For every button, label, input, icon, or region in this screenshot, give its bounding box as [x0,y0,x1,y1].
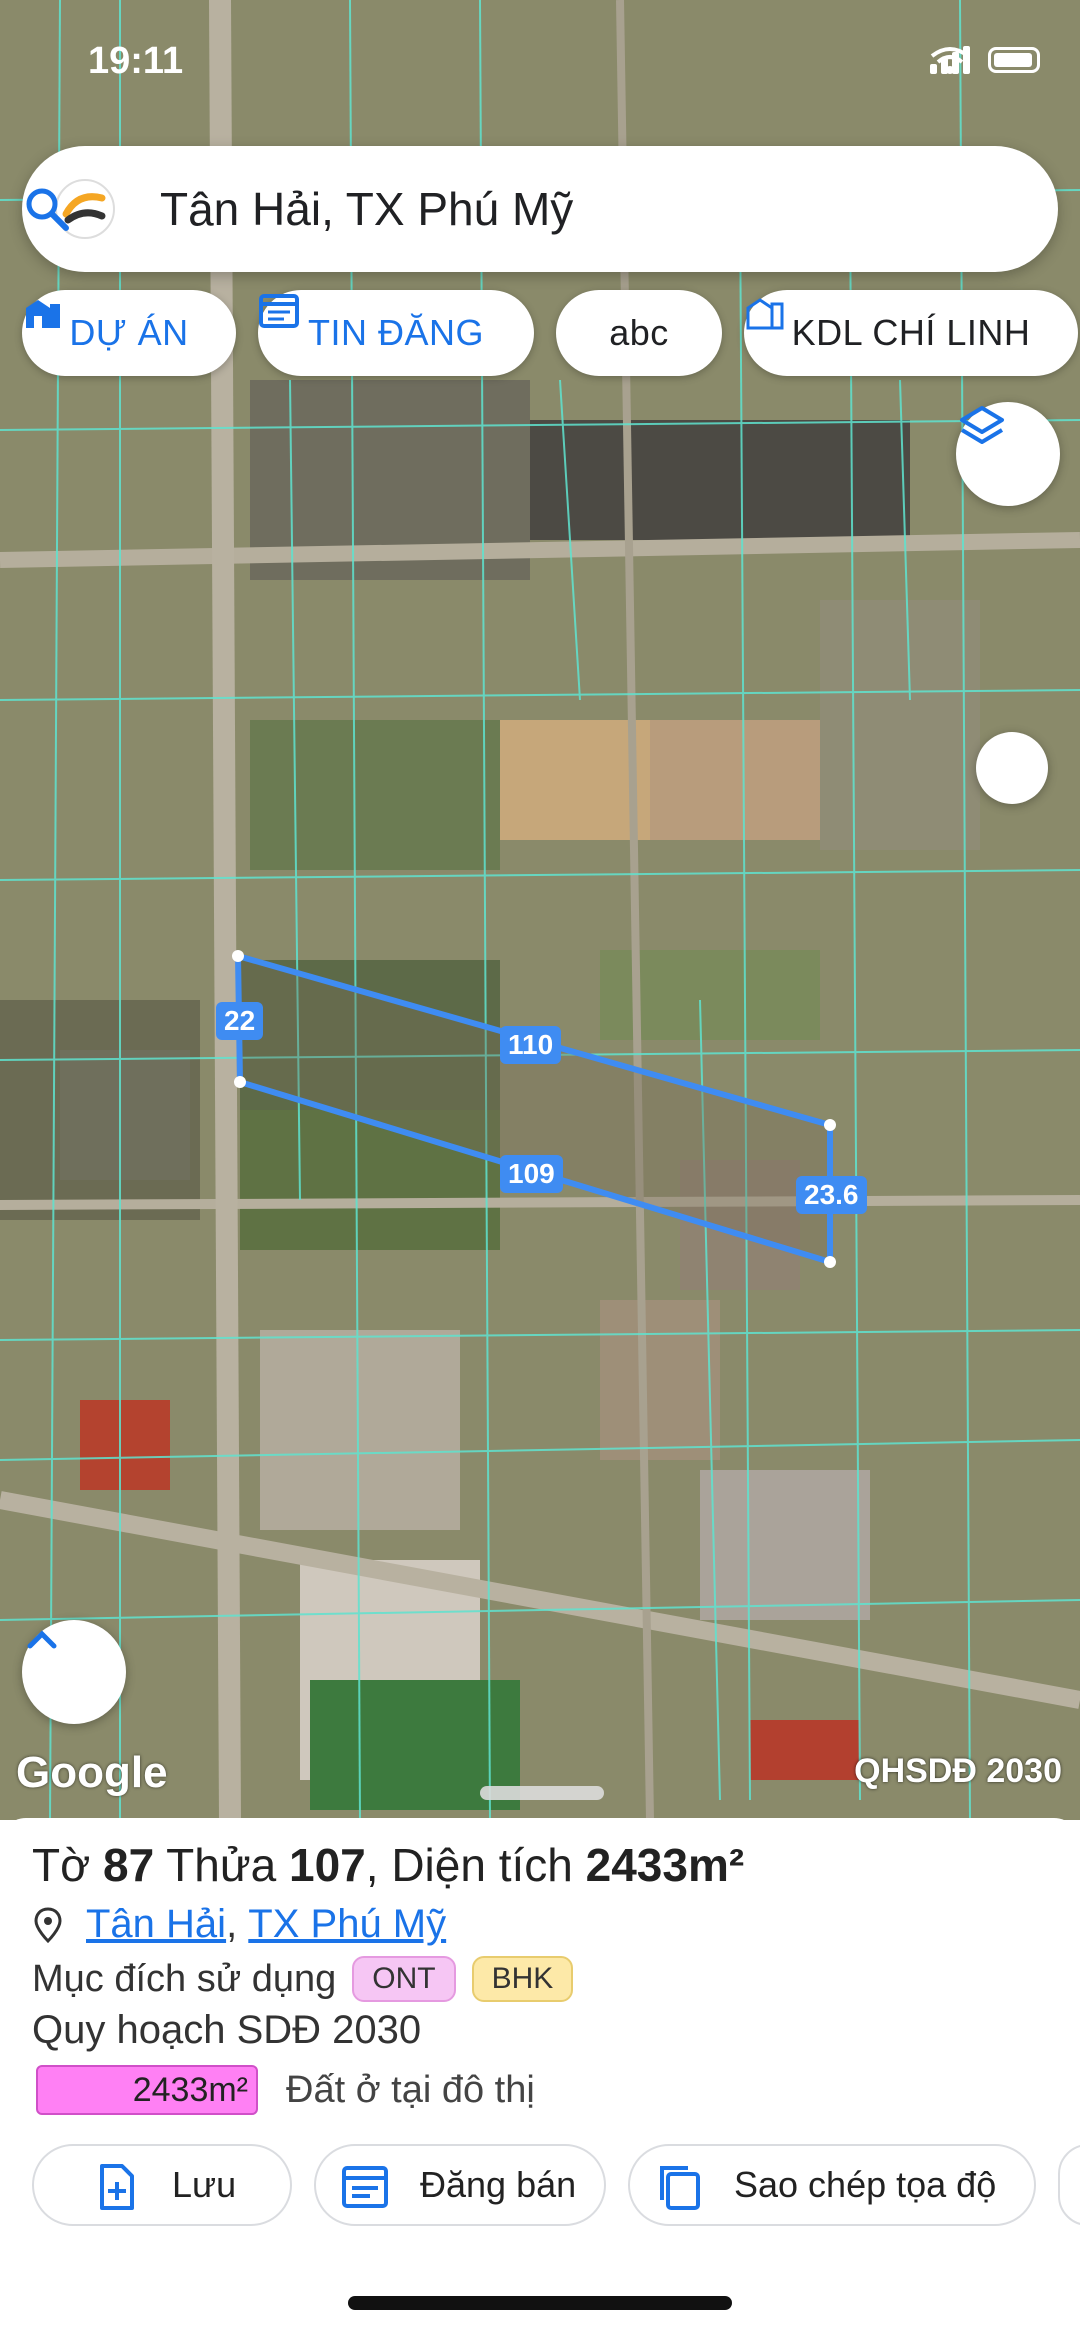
chip-du-an[interactable]: DỰ ÁN [22,290,236,376]
layer-label: QHSDĐ 2030 [854,1752,1062,1790]
listing-icon [259,294,299,328]
chip-kdl-label: KDL CHÍ LINH [791,312,1031,353]
map-view[interactable]: 22 110 109 23.6 19:11 Tân Hải, TX Phú Mỹ [0,0,1080,1820]
chip-abc-label: abc [609,312,669,353]
search-query[interactable]: Tân Hải, TX Phú Mỹ [160,182,573,236]
land-use-purpose: Mục đích sử dụng ONT BHK [32,1956,574,2002]
listing-icon [342,2166,388,2208]
chip-tin-dang[interactable]: TIN ĐĂNG [258,290,534,376]
to-label: Tờ [32,1839,91,1891]
search-icon[interactable] [22,184,72,234]
layers-icon [960,406,1004,444]
plan-area-row: 2433m² Đất ở tại đô thị [36,2065,535,2115]
plan-area-desc: Đất ở tại đô thị [286,2068,535,2111]
wifi-icon [930,47,970,74]
home-indicator [348,2296,732,2310]
copy-coordinates-button[interactable]: Sao chép tọa độ [628,2144,1036,2226]
side-toggle-button[interactable] [976,732,1048,804]
google-attribution: Google [16,1748,168,1797]
post-sale-button[interactable]: Đăng bán [314,2144,606,2226]
layers-button[interactable] [956,402,1060,506]
parcel-location: Tân Hải, TX Phú Mỹ [32,1902,446,1947]
parcel-title: Tờ 87 Thửa 107, Diện tích 2433m² [32,1839,745,1891]
status-time: 19:11 [88,40,184,82]
search-bar[interactable]: Tân Hải, TX Phú Mỹ [22,146,1058,272]
parcel-info-sheet: Tờ 87 Thửa 107, Diện tích 2433m² Tân Hải… [0,1818,1080,2337]
thua-label: Thửa [166,1839,277,1891]
building-icon [26,300,60,328]
plan-label: Quy hoạch SDĐ 2030 [32,2008,422,2052]
town-link[interactable]: TX Phú Mỹ [248,1902,446,1947]
purpose-label: Mục đích sử dụng [32,1957,337,2000]
location-pin-icon [34,1906,62,1943]
add-document-icon [100,2164,134,2210]
dimension-bottom: 109 [500,1155,563,1193]
purpose-tag-ont: ONT [352,1956,456,2002]
satellite-imagery [0,0,1080,1820]
post-sale-label: Đăng bán [420,2164,577,2205]
dimension-right: 23.6 [796,1176,867,1214]
area-label: Diện tích [391,1839,573,1891]
sheet-drag-handle[interactable] [480,1786,604,1800]
chevron-up-icon [27,1630,57,1649]
save-button[interactable]: Lưu [32,2144,292,2226]
save-label: Lưu [172,2164,237,2205]
purpose-tag-bhk: BHK [471,1956,574,2002]
battery-icon [988,47,1040,73]
thua-value: 107 [289,1839,366,1891]
expand-up-button[interactable] [22,1620,126,1724]
dimension-top: 110 [500,1026,562,1064]
plan-area-bar: 2433m² [36,2065,258,2115]
area-value: 2433m² [585,1839,745,1891]
status-bar: 19:11 [0,40,1080,90]
copy-coordinates-label: Sao chép tọa độ [734,2164,997,2205]
to-value: 87 [103,1839,155,1891]
chip-kdl-chi-linh[interactable]: KDL CHÍ LINH [744,290,1078,376]
chip-du-an-label: DỰ ÁN [69,312,189,353]
chip-abc[interactable]: abc [556,290,722,376]
ward-link[interactable]: Tân Hải [86,1902,226,1947]
copy-icon [660,2166,700,2210]
dimension-left: 22 [216,1002,264,1040]
building-outline-icon [746,298,784,330]
chip-tin-dang-label: TIN ĐĂNG [307,312,484,353]
